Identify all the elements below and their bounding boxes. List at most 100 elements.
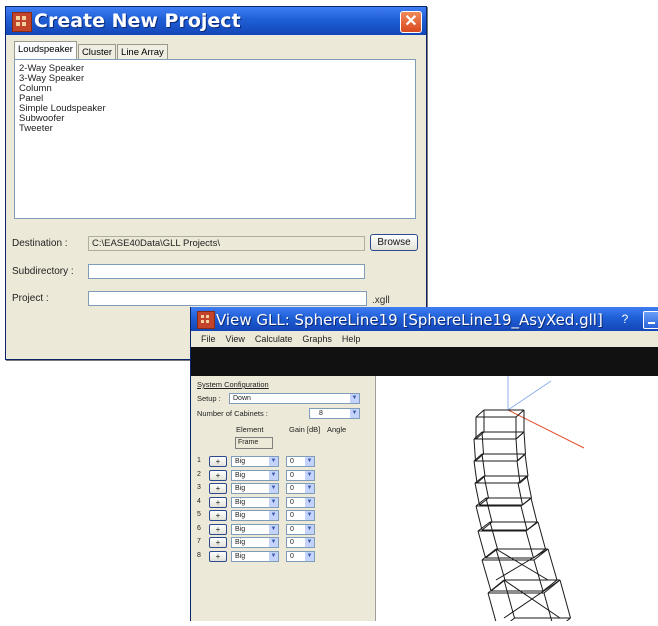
gain-select[interactable]: 0 ▼ — [286, 523, 315, 535]
cabinet-edge — [516, 460, 521, 484]
cabinets-value: 8 — [319, 410, 323, 417]
expand-button[interactable]: + — [209, 537, 227, 548]
cabinet-edge — [473, 438, 476, 462]
element-select[interactable]: Big ▼ — [231, 510, 279, 521]
gain-select[interactable]: 0 ▼ — [286, 537, 315, 548]
gain-value: 0 — [290, 552, 294, 560]
element-row: 7 + Big ▼ 0 ▼ — [191, 537, 375, 548]
close-button[interactable]: ✕ — [400, 11, 422, 33]
element-column-header: Element — [236, 425, 264, 434]
expand-button[interactable]: + — [209, 523, 227, 535]
chevron-down-icon[interactable]: ▼ — [269, 511, 278, 520]
element-select[interactable]: Big ▼ — [231, 523, 279, 535]
chevron-down-icon[interactable]: ▼ — [305, 524, 314, 534]
expand-button[interactable]: + — [209, 496, 227, 508]
element-select[interactable]: Big ▼ — [231, 550, 279, 562]
gain-select[interactable]: 0 ▼ — [286, 496, 315, 508]
expand-button[interactable]: + — [209, 456, 227, 467]
expand-button[interactable]: + — [209, 510, 227, 521]
menu-calculate[interactable]: Calculate — [255, 331, 293, 347]
chevron-down-icon[interactable]: ▼ — [305, 484, 314, 493]
gain-select[interactable]: 0 ▼ — [286, 550, 315, 562]
menu-file[interactable]: File — [201, 331, 216, 347]
chevron-down-icon[interactable]: ▼ — [269, 470, 278, 480]
chevron-down-icon[interactable]: ▼ — [305, 457, 314, 466]
subdirectory-label: Subdirectory : — [12, 266, 74, 277]
cabinet-edge — [487, 592, 498, 626]
chevron-down-icon[interactable]: ▼ — [269, 497, 278, 507]
loudspeaker-type-list[interactable]: 2-Way Speaker 3-Way Speaker Column Panel… — [14, 59, 416, 219]
tab-line-array[interactable]: Line Array — [117, 44, 168, 60]
list-item[interactable]: Simple Loudspeaker — [15, 104, 415, 114]
list-item[interactable]: 3-Way Speaker — [15, 74, 415, 84]
cabinet-edge — [524, 453, 529, 477]
chevron-down-icon[interactable]: ▼ — [350, 409, 359, 418]
element-value: Big — [235, 539, 246, 546]
element-select[interactable]: Big ▼ — [231, 483, 279, 494]
list-item[interactable]: Tweeter — [15, 124, 415, 134]
cabinet-edge — [520, 505, 528, 531]
chevron-down-icon[interactable]: ▼ — [269, 457, 278, 466]
ease-app-icon — [197, 311, 215, 329]
browse-button[interactable]: Browse — [370, 234, 418, 251]
element-value: Big — [235, 525, 246, 533]
chevron-down-icon[interactable]: ▼ — [305, 511, 314, 520]
chevron-down-icon[interactable]: ▼ — [305, 538, 314, 547]
title-bar[interactable]: View GLL: SphereLine19 [SphereLine19_Asy… — [191, 307, 658, 331]
gain-select[interactable]: 0 ▼ — [286, 483, 315, 494]
minimize-button[interactable] — [643, 311, 658, 329]
cabinet-edge — [485, 497, 493, 523]
menu-help[interactable]: Help — [342, 331, 361, 347]
element-select[interactable]: Big ▼ — [231, 537, 279, 548]
cabinet-edge — [537, 521, 546, 550]
element-select[interactable]: Big ▼ — [231, 496, 279, 508]
chevron-down-icon[interactable]: ▼ — [305, 470, 314, 480]
element-select[interactable]: Big ▼ — [231, 456, 279, 467]
gain-select[interactable]: 0 ▼ — [286, 456, 315, 467]
expand-button[interactable]: + — [209, 469, 227, 481]
menu-view[interactable]: View — [226, 331, 245, 347]
axis-x-line — [507, 409, 585, 449]
tab-strip: Loudspeaker Cluster Line Array — [14, 41, 169, 60]
expand-button[interactable]: + — [209, 550, 227, 562]
gain-select[interactable]: 0 ▼ — [286, 469, 315, 481]
gain-select[interactable]: 0 ▼ — [286, 510, 315, 521]
cabinet-edge — [559, 579, 571, 619]
setup-select[interactable]: Down ▼ — [229, 393, 360, 404]
element-value: Big — [235, 498, 246, 506]
element-select[interactable]: Big ▼ — [231, 469, 279, 481]
subdirectory-input[interactable] — [88, 264, 365, 279]
chevron-down-icon[interactable]: ▼ — [269, 524, 278, 534]
project-input[interactable] — [88, 291, 367, 306]
chevron-down-icon[interactable]: ▼ — [350, 394, 359, 403]
element-value: Big — [235, 458, 246, 465]
cabinet-edge — [481, 559, 492, 592]
3d-view[interactable] — [375, 376, 658, 626]
gain-value: 0 — [290, 458, 294, 465]
tab-cluster[interactable]: Cluster — [77, 44, 117, 60]
title-bar[interactable]: Create New Project ✕ — [6, 7, 426, 35]
axis-y-line — [507, 380, 552, 411]
cabinet-edge — [473, 431, 483, 440]
cabinet-edge — [523, 431, 526, 455]
line-array-wireframe — [473, 376, 585, 626]
menu-graphs[interactable]: Graphs — [302, 331, 332, 347]
list-item[interactable]: Column — [15, 84, 415, 94]
frame-field[interactable]: Frame — [235, 437, 273, 449]
chevron-down-icon[interactable]: ▼ — [269, 484, 278, 493]
help-icon[interactable]: ? — [619, 312, 631, 326]
tab-loudspeaker[interactable]: Loudspeaker — [14, 41, 77, 60]
row-number: 2 — [197, 470, 201, 478]
element-value: Big — [235, 471, 246, 479]
chevron-down-icon[interactable]: ▼ — [269, 538, 278, 547]
chevron-down-icon[interactable]: ▼ — [305, 551, 314, 561]
list-item[interactable]: Subwoofer — [15, 114, 415, 124]
chevron-down-icon[interactable]: ▼ — [305, 497, 314, 507]
cabinets-select[interactable]: 8 ▼ — [309, 408, 360, 419]
chevron-down-icon[interactable]: ▼ — [269, 551, 278, 561]
cabinet-edge — [520, 497, 532, 507]
setup-label: Setup : — [197, 394, 221, 403]
expand-button[interactable]: + — [209, 483, 227, 494]
gain-column-header: Gain [dB] — [289, 425, 321, 434]
system-configuration-link[interactable]: System Configuration — [197, 380, 269, 389]
